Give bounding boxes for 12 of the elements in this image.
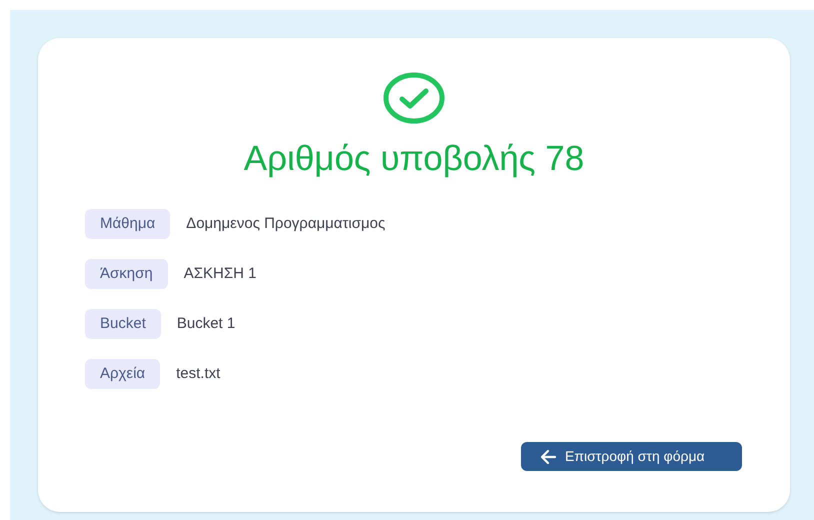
submission-title: Αριθμός υποβολής 78: [244, 138, 584, 180]
field-value: Δομημενος Προγραμματισμος: [186, 214, 386, 234]
field-label: Αρχεία: [85, 359, 160, 389]
field-label: Bucket: [85, 309, 161, 339]
field-value: ΑΣΚΗΣΗ 1: [184, 264, 256, 284]
field-value: Bucket 1: [176, 314, 236, 334]
back-to-form-button[interactable]: Επιστροφή στη φόρμα: [521, 442, 742, 471]
field-label: Μάθημα: [85, 209, 170, 239]
check-circle-icon: [382, 71, 446, 125]
arrow-left-icon: [539, 448, 557, 464]
field-label: Άσκηση: [85, 259, 168, 289]
field-value: test.txt: [176, 364, 220, 384]
